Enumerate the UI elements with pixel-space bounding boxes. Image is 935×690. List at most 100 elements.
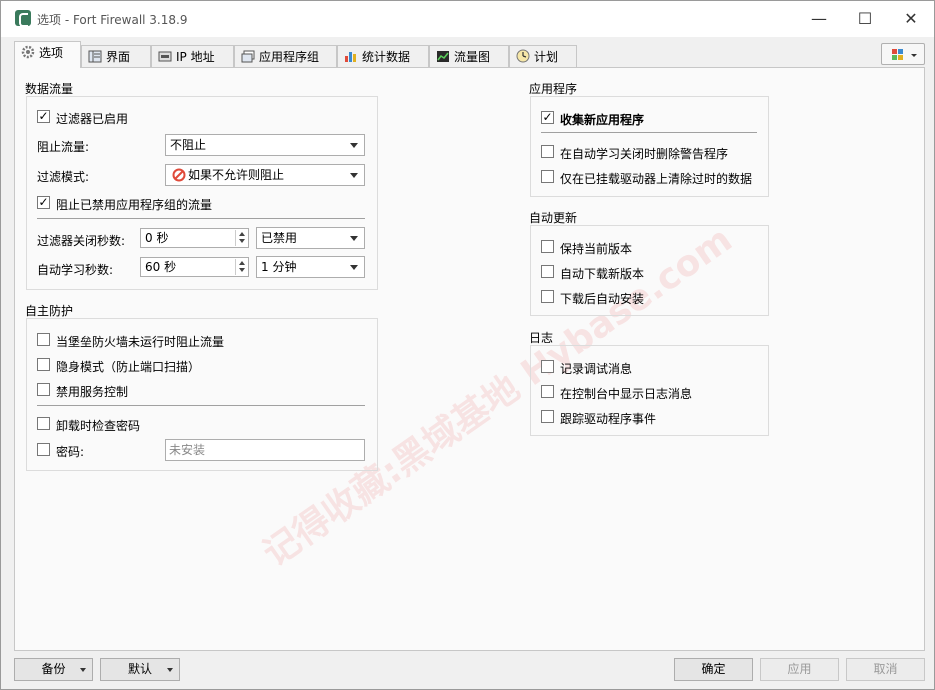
interface-icon: [88, 48, 102, 63]
stealth-mode-checkbox[interactable]: [37, 358, 50, 371]
spin-down-icon[interactable]: [235, 267, 247, 275]
auto-download-label: 自动下载新版本: [560, 267, 645, 281]
window-title: 选项 - Fort Firewall 3.18.9: [37, 13, 188, 27]
block-when-not-running-label: 当堡垒防火墙未运行时阻止流量: [56, 335, 225, 349]
disable-service-control-label: 禁用服务控制: [56, 385, 129, 399]
filter-off-seconds-label: 过滤器关闭秒数:: [37, 234, 126, 248]
filter-mode-value: 如果不允许则阻止: [188, 168, 285, 182]
tab-traffic-graph[interactable]: 流量图: [429, 45, 509, 67]
autolearn-seconds-label: 自动学习秒数:: [37, 263, 114, 277]
tab-app-groups[interactable]: 应用程序组: [234, 45, 337, 67]
traffic-group-title: 数据流量: [25, 82, 74, 96]
check-password-uninstall-checkbox[interactable]: [37, 417, 50, 430]
auto-download-checkbox[interactable]: [541, 265, 554, 278]
corner-menu-button[interactable]: [881, 43, 925, 65]
install-after-download-checkbox[interactable]: [541, 290, 554, 303]
tab-label: 流量图: [454, 50, 491, 64]
options-panel: 记得收藏:黑域基地 Hybase.com 数据流量 ✓ 过滤器已启用 阻止流量:…: [14, 67, 925, 651]
schedule-clock-icon: [516, 48, 530, 63]
tab-label: 计划: [534, 50, 559, 64]
tab-label: 界面: [106, 50, 131, 64]
block-disabled-groups-checkbox[interactable]: ✓: [37, 196, 50, 209]
check-password-uninstall-label: 卸载时检查密码: [56, 419, 141, 433]
log-console-label: 在控制台中显示日志消息: [560, 387, 693, 401]
autolearn-preset-value: 1 分钟: [261, 260, 297, 274]
collect-new-apps-checkbox[interactable]: ✓: [541, 111, 554, 124]
purge-obsolete-label: 仅在已挂载驱动器上清除过时的数据: [560, 172, 753, 186]
filter-off-seconds-value: 0 秒: [145, 231, 169, 245]
block-traffic-select[interactable]: 不阻止: [165, 134, 365, 156]
tab-label: 选项: [39, 46, 64, 60]
chevron-down-icon: [80, 668, 86, 672]
delete-alerts-checkbox[interactable]: [541, 145, 554, 158]
purge-obsolete-checkbox[interactable]: [541, 170, 554, 183]
password-checkbox[interactable]: [37, 443, 50, 456]
color-grid-icon: [892, 49, 917, 60]
divider: [37, 218, 365, 219]
statistics-icon: [344, 48, 358, 62]
spin-up-icon[interactable]: [235, 259, 247, 267]
backup-button[interactable]: 备份: [14, 658, 93, 681]
keep-current-checkbox[interactable]: [541, 240, 554, 253]
divider: [37, 405, 365, 406]
app-group-icon: [241, 48, 255, 63]
block-when-not-running-checkbox[interactable]: [37, 333, 50, 346]
tab-schedule[interactable]: 计划: [509, 45, 577, 67]
filter-mode-select[interactable]: 如果不允许则阻止: [165, 164, 365, 186]
divider: [541, 132, 757, 133]
spin-up-icon[interactable]: [235, 230, 247, 238]
protection-group-title: 自主防护: [25, 304, 74, 318]
block-traffic-value: 不阻止: [170, 138, 207, 152]
close-button[interactable]: ✕: [888, 1, 934, 37]
trace-driver-checkbox[interactable]: [541, 410, 554, 423]
backup-button-label: 备份: [41, 662, 66, 676]
tab-statistics[interactable]: 统计数据: [337, 45, 429, 67]
install-after-download-label: 下载后自动安装: [560, 292, 645, 306]
password-label: 密码:: [56, 445, 85, 459]
ip-address-icon: [158, 48, 172, 62]
autolearn-preset-select[interactable]: 1 分钟: [256, 256, 365, 278]
chevron-down-icon: [350, 236, 358, 241]
filter-enabled-checkbox[interactable]: ✓: [37, 110, 50, 123]
traffic-graph-icon: [436, 48, 450, 62]
filter-mode-label: 过滤模式:: [37, 170, 90, 184]
keep-current-label: 保持当前版本: [560, 242, 633, 256]
chevron-down-icon: [350, 265, 358, 270]
autolearn-seconds-value: 60 秒: [145, 260, 177, 274]
tab-ip-address[interactable]: IP 地址: [151, 45, 234, 67]
tab-label: 应用程序组: [259, 50, 320, 64]
tab-label: IP 地址: [176, 50, 215, 64]
collect-new-apps-label: 收集新应用程序: [560, 113, 645, 127]
chevron-down-icon: [350, 173, 358, 178]
gear-icon: [21, 44, 35, 59]
filter-off-seconds-spinbox[interactable]: 0 秒: [140, 228, 249, 248]
chevron-down-icon: [167, 668, 173, 672]
spin-down-icon[interactable]: [235, 238, 247, 246]
maximize-button[interactable]: ☐: [842, 1, 888, 37]
trace-driver-label: 跟踪驱动程序事件: [560, 412, 657, 426]
apply-button[interactable]: 应用: [760, 658, 839, 681]
filter-off-preset-value: 已禁用: [261, 231, 298, 245]
stealth-mode-label: 隐身模式（防止端口扫描）: [56, 360, 201, 374]
title-bar: 选项 - Fort Firewall 3.18.9 — ☐ ✕: [1, 1, 934, 37]
autoupdate-group-title: 自动更新: [529, 211, 578, 225]
tab-interface[interactable]: 界面: [81, 45, 151, 67]
log-debug-checkbox[interactable]: [541, 360, 554, 373]
filter-off-preset-select[interactable]: 已禁用: [256, 227, 365, 249]
autolearn-seconds-spinbox[interactable]: 60 秒: [140, 257, 249, 277]
ok-button[interactable]: 确定: [674, 658, 753, 681]
disable-service-control-checkbox[interactable]: [37, 383, 50, 396]
tab-options[interactable]: 选项: [14, 41, 81, 68]
minimize-button[interactable]: —: [796, 1, 842, 37]
log-console-checkbox[interactable]: [541, 385, 554, 398]
logs-group-title: 日志: [529, 331, 554, 345]
defaults-button-label: 默认: [127, 662, 152, 676]
cancel-button[interactable]: 取消: [846, 658, 925, 681]
filter-enabled-label: 过滤器已启用: [56, 112, 129, 126]
defaults-button[interactable]: 默认: [100, 658, 180, 681]
password-field[interactable]: 未安装: [165, 439, 365, 461]
block-disabled-groups-label: 阻止已禁用应用程序组的流量: [56, 198, 213, 212]
block-icon: [172, 168, 186, 188]
programs-group-title: 应用程序: [529, 82, 578, 96]
tab-label: 统计数据: [362, 50, 411, 64]
